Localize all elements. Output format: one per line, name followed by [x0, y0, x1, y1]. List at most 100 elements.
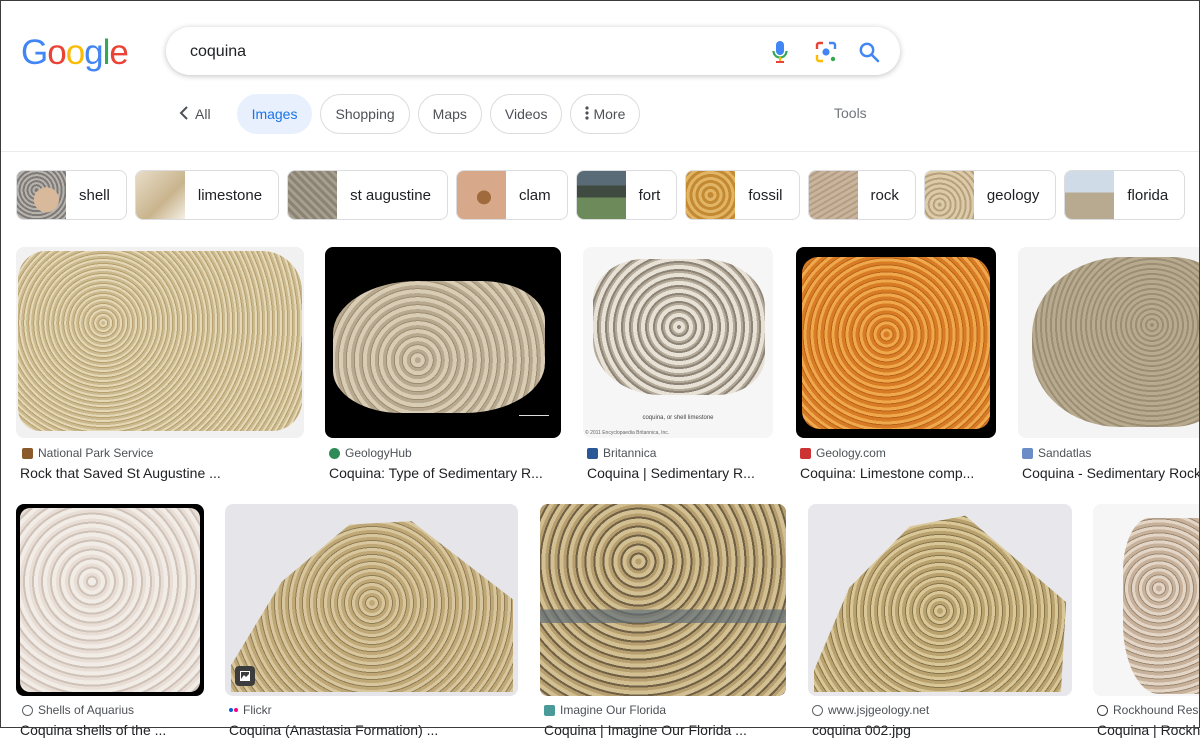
tab-maps[interactable]: Maps [417, 94, 482, 134]
chip-clam[interactable]: clam [455, 170, 568, 220]
chip-limestone[interactable]: limestone [134, 170, 280, 220]
result-title[interactable]: Coquina | Imagine Our Florida ... [544, 722, 786, 738]
tab-videos[interactable]: Videos [489, 94, 563, 134]
grey-rock-image [1032, 257, 1200, 427]
chip-florida[interactable]: florida [1064, 170, 1186, 220]
source-label: Shells of Aquarius [38, 703, 135, 717]
result-source[interactable]: Flickr [229, 703, 272, 717]
source-label: Britannica [603, 446, 657, 460]
result-image[interactable] [225, 504, 518, 696]
result-source[interactable]: Sandatlas [1022, 446, 1091, 460]
image-result[interactable]: Geology.com Coquina: Limestone comp... [796, 247, 996, 487]
source-label: Geology.com [816, 446, 886, 460]
chip-thumbnail [576, 171, 626, 219]
result-image[interactable] [16, 504, 204, 696]
chip-geology[interactable]: geology [923, 170, 1057, 220]
chip-st-augustine[interactable]: st augustine [287, 170, 448, 220]
source-label: Imagine Our Florida [560, 703, 667, 717]
image-result[interactable]: Sandatlas Coquina - Sedimentary Rock [1018, 247, 1200, 487]
image-result[interactable]: Rockhound Resource Coquina | Rockhound .… [1093, 504, 1200, 738]
microphone-icon[interactable] [768, 40, 792, 64]
result-source[interactable]: www.jsjgeology.net [812, 703, 929, 717]
result-image[interactable] [16, 247, 304, 438]
globe-icon [812, 704, 823, 716]
image-result[interactable]: coquina, or shell limestone © 2011 Encyc… [583, 247, 773, 487]
result-image[interactable] [540, 504, 786, 696]
chip-thumbnail [456, 171, 506, 219]
result-source[interactable]: Rockhound Resource [1097, 703, 1200, 717]
chip-fort[interactable]: fort [575, 170, 678, 220]
result-source[interactable]: Imagine Our Florida [544, 703, 666, 717]
result-title[interactable]: coquina 002.jpg [812, 722, 1072, 738]
chevron-left-icon [179, 105, 189, 123]
result-title[interactable]: Coquina: Limestone comp... [800, 465, 996, 481]
britannica-favicon-icon [587, 447, 598, 459]
result-title[interactable]: Coquina shells of the ... [20, 722, 204, 738]
logo-letter: l [102, 33, 111, 72]
result-image[interactable] [808, 504, 1072, 696]
tab-images[interactable]: Images [236, 94, 313, 134]
chip-shell[interactable]: shell [16, 170, 127, 220]
chip-thumbnail [924, 171, 974, 219]
image-result[interactable]: Imagine Our Florida Coquina | Imagine Ou… [540, 504, 786, 738]
geologyhub-favicon-icon [329, 447, 340, 459]
image-badge-icon [235, 666, 255, 686]
result-image[interactable] [325, 247, 561, 438]
result-title[interactable]: Rock that Saved St Augustine ... [20, 465, 304, 481]
tab-videos-label: Videos [504, 106, 548, 122]
white-shells-image [20, 508, 200, 692]
tab-shopping[interactable]: Shopping [320, 94, 410, 134]
tab-more[interactable]: More [570, 94, 641, 134]
chip-label: geology [986, 186, 1040, 204]
tab-all[interactable]: All [175, 105, 215, 123]
tools-button[interactable]: Tools [834, 105, 867, 121]
search-box[interactable] [166, 27, 900, 75]
tab-maps-label: Maps [432, 106, 467, 122]
result-title[interactable]: Coquina | Rockhound ... [1097, 722, 1200, 738]
result-image[interactable] [796, 247, 996, 438]
google-logo[interactable]: Google [21, 31, 129, 75]
result-source[interactable]: Geology.com [800, 446, 886, 460]
tab-images-label: Images [251, 106, 298, 122]
search-icon[interactable] [857, 40, 881, 64]
result-image[interactable]: coquina, or shell limestone © 2011 Encyc… [583, 247, 773, 438]
image-result[interactable]: National Park Service Rock that Saved St… [16, 247, 304, 487]
imagine-florida-favicon-icon [544, 704, 555, 716]
search-tabs: All Images Shopping Maps Videos More [175, 93, 648, 135]
chip-rock[interactable]: rock [807, 170, 916, 220]
result-source[interactable]: Britannica [587, 446, 656, 460]
layered-rock-image [540, 504, 786, 696]
chip-label: st augustine [350, 186, 431, 204]
result-source[interactable]: National Park Service [22, 446, 153, 460]
result-source[interactable]: GeologyHub [329, 446, 412, 460]
result-image[interactable] [1018, 247, 1200, 438]
orange-coquina-image [802, 257, 990, 429]
logo-letter: G [21, 33, 48, 72]
logo-letter: e [109, 33, 128, 72]
lens-camera-icon[interactable] [814, 40, 838, 64]
chip-label: fossil [748, 186, 783, 204]
source-label: GeologyHub [345, 446, 412, 460]
result-source[interactable]: Shells of Aquarius [22, 703, 134, 717]
image-result[interactable]: Shells of Aquarius Coquina shells of the… [16, 504, 204, 738]
search-input[interactable] [188, 39, 752, 65]
source-label: National Park Service [38, 446, 154, 460]
result-title[interactable]: Coquina (Anastasia Formation) ... [229, 722, 518, 738]
source-label: www.jsjgeology.net [828, 703, 930, 717]
chip-fossil[interactable]: fossil [685, 170, 800, 220]
more-vert-icon [585, 105, 590, 123]
tab-all-label: All [195, 106, 211, 122]
scale-bar [519, 415, 549, 416]
coquina-rock-image [18, 251, 302, 431]
fossil-shell-image [593, 259, 765, 395]
sandatlas-favicon-icon [1022, 447, 1033, 459]
image-result[interactable]: Flickr Coquina (Anastasia Formation) ... [225, 504, 518, 738]
result-title[interactable]: Coquina - Sedimentary Rock [1022, 465, 1200, 481]
result-title[interactable]: Coquina: Type of Sedimentary R... [329, 465, 561, 481]
result-image[interactable] [1093, 504, 1200, 696]
chip-thumbnail [808, 171, 858, 219]
image-result[interactable]: www.jsjgeology.net coquina 002.jpg [808, 504, 1072, 738]
result-title[interactable]: Coquina | Sedimentary R... [587, 465, 773, 481]
chip-label: rock [870, 186, 899, 204]
image-result[interactable]: GeologyHub Coquina: Type of Sedimentary … [325, 247, 561, 487]
